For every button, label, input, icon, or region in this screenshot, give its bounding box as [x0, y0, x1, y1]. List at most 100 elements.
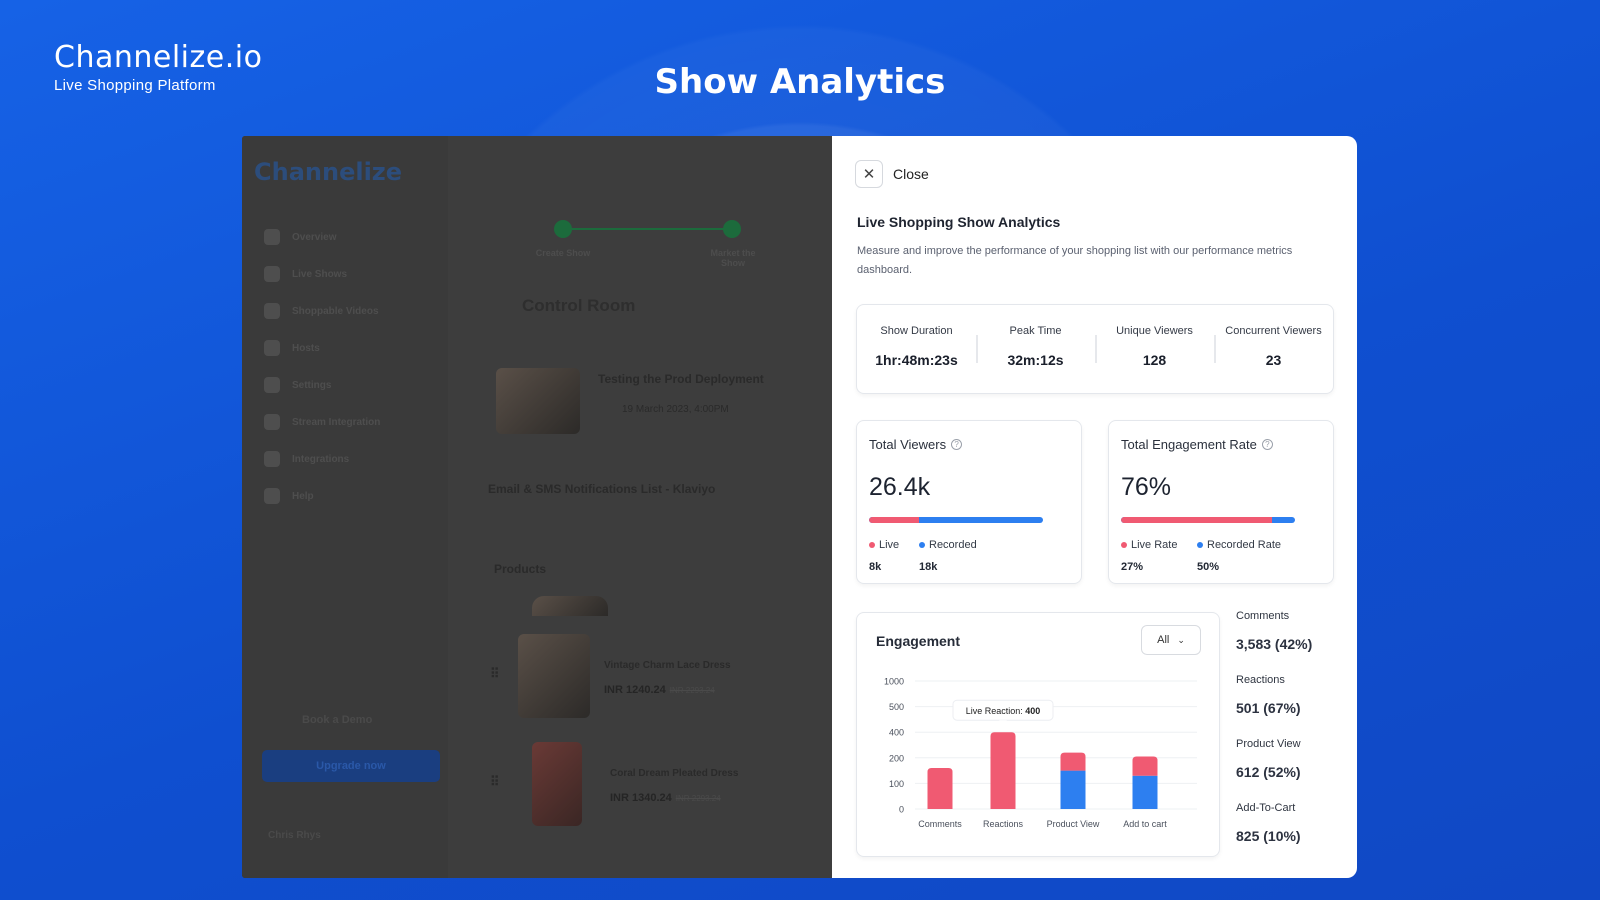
stat-value: 128	[1142, 352, 1167, 368]
x-tick-label: Reactions	[983, 819, 1024, 829]
x-tick-label: Product View	[1047, 819, 1100, 829]
engagement-card: Engagement All ⌄ 1000 500 400 200 100 0 Comment…	[856, 612, 1220, 857]
book-demo-link[interactable]: Book a Demo	[302, 714, 372, 726]
stat-show-duration: Show Duration 1hr:48m:23s	[857, 305, 976, 393]
film-icon	[264, 303, 280, 319]
stat-label: Peak Time	[1009, 325, 1062, 337]
panel-title: Live Shopping Show Analytics	[857, 214, 1061, 230]
video-icon	[264, 266, 280, 282]
sidebar-item-label: Integrations	[292, 453, 350, 465]
card-title: Total Engagement Rate?	[1121, 437, 1273, 452]
tooltip-pointer	[999, 720, 1007, 725]
step-check-icon	[554, 220, 572, 238]
engagement-rate-value: 76%	[1121, 473, 1172, 501]
sidebar-item[interactable]: Live Shows	[264, 265, 434, 283]
bar-live	[1132, 756, 1158, 776]
help-icon[interactable]: ?	[1261, 439, 1273, 450]
show-date: 19 March 2023, 4:00PM	[622, 404, 729, 415]
bar-live	[1060, 752, 1086, 771]
show-thumbnail	[496, 368, 580, 434]
product-thumbnail	[532, 596, 608, 616]
engagement-metrics: Comments 3,583 (42%) Reactions 501 (67%)…	[1236, 610, 1346, 866]
user-icon	[264, 340, 280, 356]
metric-reactions: Reactions 501 (67%)	[1236, 674, 1346, 716]
sidebar-item[interactable]: Settings	[264, 376, 434, 394]
bar-live	[927, 768, 953, 809]
step-line	[562, 228, 732, 230]
analytics-panel: ✕ Close Live Shopping Show Analytics Mea…	[832, 136, 1357, 878]
gear-icon	[264, 377, 280, 393]
engagement-rate-card: Total Engagement Rate? 76% Live Rate Rec…	[1108, 420, 1334, 584]
bar-live	[990, 732, 1016, 809]
viewers-split-bar	[869, 517, 1043, 523]
control-room-title: Control Room	[522, 296, 636, 315]
y-tick-label: 400	[889, 728, 904, 738]
live-rate-value: 27%	[1121, 561, 1144, 573]
product-price: INR 1340.24 INR 2293.24	[610, 792, 721, 804]
product-name: Coral Dream Pleated Dress	[610, 768, 739, 779]
total-viewers-value: 26.4k	[869, 473, 931, 501]
metric-product-view: Product View 612 (52%)	[1236, 738, 1346, 780]
metric-value: 501 (67%)	[1236, 700, 1301, 716]
stat-label: Show Duration	[880, 325, 953, 337]
show-stats: Show Duration 1hr:48m:23s Peak Time 32m:…	[856, 304, 1334, 394]
tooltip-text: Live Reaction: 400	[966, 706, 1041, 716]
app-main: Create Show Market the Show Control Room…	[448, 136, 832, 878]
step-check-icon	[723, 220, 741, 238]
stream-icon	[264, 414, 280, 430]
metric-value: 3,583 (42%)	[1236, 636, 1313, 652]
sidebar-item[interactable]: Integrations	[264, 450, 434, 468]
legend-recorded: Recorded	[919, 539, 977, 551]
help-icon	[264, 488, 280, 504]
x-tick-label: Comments	[918, 819, 962, 829]
sidebar-item-label: Live Shows	[292, 268, 348, 280]
sidebar-item[interactable]: Overview	[264, 228, 434, 246]
sidebar-item-label: Settings	[292, 379, 332, 391]
recorded-value: 18k	[919, 561, 938, 573]
drag-handle-icon[interactable]: ⠿	[490, 666, 500, 682]
legend-live-rate: Live Rate	[1121, 539, 1177, 551]
y-tick-label: 100	[889, 779, 904, 789]
sidebar-item[interactable]: Shoppable Videos	[264, 302, 434, 320]
stat-value: 32m:12s	[1007, 352, 1064, 368]
sidebar-item[interactable]: Stream Integration	[264, 413, 434, 431]
metric-value: 612 (52%)	[1236, 764, 1301, 780]
metric-label: Comments	[1236, 610, 1290, 622]
help-icon[interactable]: ?	[951, 439, 963, 450]
sidebar-item-label: Hosts	[292, 342, 320, 354]
plug-icon	[264, 451, 280, 467]
step-label: Market the Show	[710, 248, 756, 268]
panel-description: Measure and improve the performance of y…	[857, 245, 1293, 276]
sidebar-item-label: Shoppable Videos	[292, 305, 379, 317]
stat-peak-time: Peak Time 32m:12s	[976, 305, 1095, 393]
legend-live: Live	[869, 539, 899, 551]
metric-label: Reactions	[1236, 674, 1285, 686]
x-tick-label: Add to cart	[1123, 819, 1167, 829]
total-viewers-card: Total Viewers? 26.4k Live Recorded 8k 18…	[856, 420, 1082, 584]
drag-handle-icon[interactable]: ⠿	[490, 774, 500, 790]
stat-unique-viewers: Unique Viewers 128	[1095, 305, 1214, 393]
background-app: Channelize Overview Live Shows Shoppable V…	[242, 136, 832, 878]
stat-label: Concurrent Viewers	[1225, 325, 1322, 337]
y-tick-label: 1000	[884, 677, 904, 687]
metric-label: Add-To-Cart	[1236, 802, 1296, 814]
product-name: Vintage Charm Lace Dress	[604, 660, 731, 671]
legend-recorded-rate: Recorded Rate	[1197, 539, 1281, 551]
y-tick-label: 0	[899, 805, 904, 815]
user-name[interactable]: Chris Rhys	[268, 830, 321, 841]
sidebar-item-label: Overview	[292, 231, 337, 243]
notification-list[interactable]: Email & SMS Notifications List - Klaviyo	[488, 482, 715, 496]
bar-recorded	[1132, 775, 1158, 809]
close-button[interactable]: ✕	[855, 160, 883, 188]
upgrade-button[interactable]: Upgrade now	[262, 750, 440, 782]
sidebar-item[interactable]: Help	[264, 487, 434, 505]
metric-label: Product View	[1236, 738, 1301, 750]
close-label[interactable]: Close	[893, 166, 929, 182]
y-tick-label: 200	[889, 753, 904, 763]
stat-value: 23	[1265, 352, 1282, 368]
sidebar-item-label: Help	[292, 490, 314, 502]
recorded-rate-value: 50%	[1197, 561, 1220, 573]
sidebar-item[interactable]: Hosts	[264, 339, 434, 357]
stat-concurrent-viewers: Concurrent Viewers 23	[1214, 305, 1333, 393]
product-thumbnail	[532, 742, 582, 826]
